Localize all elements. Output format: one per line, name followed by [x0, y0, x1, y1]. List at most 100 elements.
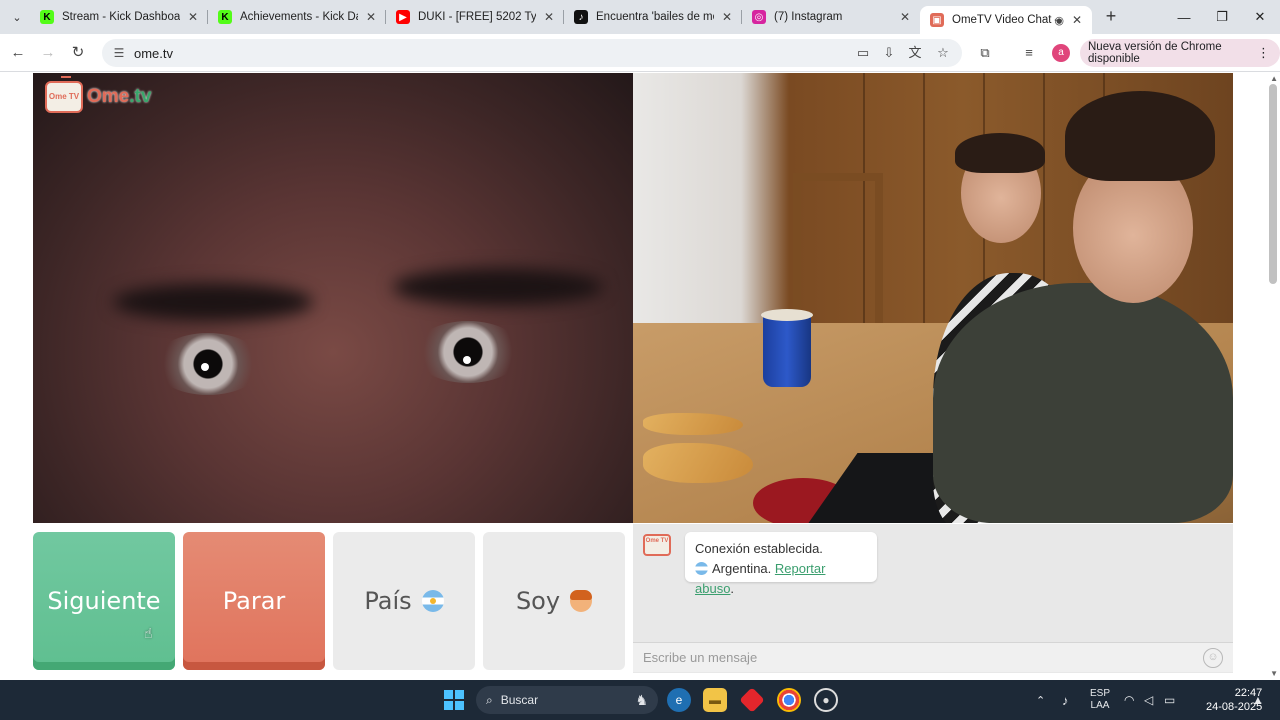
microphone-icon[interactable]: ♪	[1062, 680, 1069, 720]
tab-title: DUKI - [FREE] 5202 Type Be	[418, 11, 536, 23]
reload-icon[interactable]: ↻	[66, 42, 90, 64]
scroll-down-icon[interactable]: ▼	[1270, 669, 1278, 678]
tab-search-chevron-icon[interactable]: ⌄	[6, 6, 28, 28]
logo-text-part: .tv	[129, 86, 152, 107]
logo-text-part: Ome	[87, 86, 130, 107]
start-tile	[455, 690, 464, 699]
site-settings-icon[interactable]: ☰	[110, 46, 128, 60]
language-bottom: LAA	[1090, 700, 1110, 711]
close-window-icon[interactable]: ✕	[1240, 0, 1280, 34]
country-line: Argentina. Reportar abuso.	[695, 559, 867, 599]
obs-icon[interactable]: ●	[814, 688, 838, 712]
language-indicator[interactable]: ESP LAA	[1090, 680, 1110, 720]
tab-title: OmeTV Video Chat —	[952, 14, 1062, 26]
forward-arrow-icon[interactable]: →	[36, 42, 60, 64]
edge-icon[interactable]: e	[667, 688, 691, 712]
start-tile	[444, 690, 453, 699]
ometv-logo: Ome TV Ome.tv	[45, 76, 152, 113]
start-tile	[455, 701, 464, 710]
stop-button[interactable]: Parar	[183, 532, 325, 670]
argentina-flag-icon	[695, 562, 708, 575]
stop-label: Parar	[222, 587, 286, 615]
video-frame-detail	[393, 268, 603, 306]
boy-emoji-icon	[570, 590, 593, 612]
volume-icon[interactable]: ◁	[1144, 680, 1153, 720]
search-icon: ⌕	[486, 692, 493, 707]
deer-decoration-icon: ♞	[635, 691, 648, 708]
country-label: País	[364, 587, 412, 615]
url-text[interactable]: ome.tv	[134, 46, 173, 61]
start-tile	[444, 701, 453, 710]
minimize-icon[interactable]: —	[1164, 0, 1204, 34]
close-icon[interactable]: ✕	[900, 10, 910, 24]
language-top: ESP	[1090, 688, 1111, 699]
file-explorer-icon[interactable]: ▬	[703, 688, 727, 712]
address-bar[interactable]: ☰ ome.tv	[102, 39, 962, 67]
back-arrow-icon[interactable]: ←	[6, 42, 30, 64]
chrome-icon[interactable]	[777, 688, 801, 712]
tab-kick-stream[interactable]: K Stream - Kick Dashboard ✕	[30, 0, 208, 34]
message-input[interactable]: Escribe un mensaje ☺	[633, 642, 1233, 672]
red-app-icon[interactable]	[739, 687, 765, 713]
video-frame-detail	[463, 356, 471, 364]
install-app-icon[interactable]: ⇩	[880, 44, 898, 62]
wifi-icon[interactable]: ◠	[1124, 680, 1134, 720]
country-name: Argentina.	[712, 561, 772, 576]
page-content: ▲ ▼ Ome TV Ome.tv Siguiente Parar País S…	[0, 72, 1280, 680]
media-queue-icon[interactable]: ≡	[1020, 44, 1038, 62]
browser-toolbar: ← → ↻ ☰ ome.tv ▭ ⇩ 文 ☆ ⧉ ≡ a Nueva versi…	[0, 34, 1280, 72]
close-icon[interactable]: ✕	[722, 10, 732, 24]
battery-icon[interactable]: ▭	[1164, 680, 1175, 720]
maximize-icon[interactable]: ❐	[1202, 0, 1242, 34]
tab-ometv[interactable]: ▣ OmeTV Video Chat — ◉ ✕	[920, 6, 1092, 34]
video-frame-detail	[955, 133, 1045, 173]
video-frame-detail	[643, 443, 753, 483]
video-frame-detail	[793, 173, 883, 333]
next-label: Siguiente	[47, 587, 161, 615]
tab-kick-achievements[interactable]: K Achievements - Kick Dashb ✕	[208, 0, 386, 34]
message-placeholder: Escribe un mensaje	[643, 650, 758, 665]
argentina-flag-icon	[421, 590, 444, 612]
more-options-icon[interactable]: ⋮	[1257, 45, 1270, 61]
tab-tiktok-search[interactable]: ♪ Encuentra 'bailes de motin ✕	[564, 0, 742, 34]
country-button[interactable]: País	[333, 532, 475, 670]
translate-icon[interactable]: 文	[906, 44, 924, 62]
scroll-up-icon[interactable]: ▲	[1270, 74, 1278, 83]
gender-button[interactable]: Soy	[483, 532, 625, 670]
emoji-icon[interactable]: ☺	[1203, 648, 1223, 668]
tab-youtube-duki[interactable]: ▶ DUKI - [FREE] 5202 Type Be ✕	[386, 0, 564, 34]
scrollbar[interactable]	[1269, 84, 1277, 284]
ometv-icon: ▣	[930, 13, 944, 27]
close-icon[interactable]: ✕	[366, 10, 376, 24]
extensions-puzzle-icon[interactable]: ⧉	[976, 44, 994, 62]
bookmark-star-icon[interactable]: ☆	[934, 44, 952, 62]
search-label: Buscar	[500, 693, 539, 707]
taskbar-search[interactable]: ⌕ Buscar ♞	[476, 686, 658, 714]
tab-title: (7) Instagram	[774, 11, 843, 23]
video-frame-detail	[201, 363, 209, 371]
mouse-cursor-icon: ☝	[144, 625, 153, 641]
video-frame-detail	[1065, 91, 1215, 181]
tab-strip: ⌄ K Stream - Kick Dashboard ✕ K Achievem…	[0, 0, 1280, 34]
profile-avatar[interactable]: a	[1052, 44, 1070, 62]
close-icon[interactable]: ✕	[544, 10, 554, 24]
next-button[interactable]: Siguiente	[33, 532, 175, 670]
video-frame-detail	[923, 73, 925, 333]
chrome-update-button[interactable]: Nueva versión de Chrome disponible ⋮	[1080, 39, 1280, 67]
tab-title: Achievements - Kick Dashb	[240, 11, 358, 23]
new-tab-plus-icon[interactable]: +	[1100, 6, 1122, 28]
stranger-video: Ome TV Ome.tv	[33, 73, 633, 523]
video-frame-detail	[761, 309, 813, 387]
video-frame-detail	[643, 413, 743, 435]
close-icon[interactable]: ✕	[188, 10, 198, 24]
tab-instagram[interactable]: ◎ (7) Instagram ✕	[742, 0, 920, 34]
update-label: Nueva versión de Chrome disponible	[1088, 41, 1222, 65]
show-hidden-icons-chevron[interactable]: ⌃	[1036, 680, 1045, 720]
close-icon[interactable]: ✕	[1072, 13, 1082, 27]
recording-icon: ◉	[1054, 14, 1064, 27]
camera-icon[interactable]: ▭	[854, 44, 872, 62]
tab-title: Encuentra 'bailes de motin	[596, 11, 714, 23]
notification-bell-icon[interactable]: ▲	[1252, 680, 1264, 720]
windows-start-icon[interactable]	[444, 690, 464, 710]
report-suffix: .	[730, 581, 735, 596]
